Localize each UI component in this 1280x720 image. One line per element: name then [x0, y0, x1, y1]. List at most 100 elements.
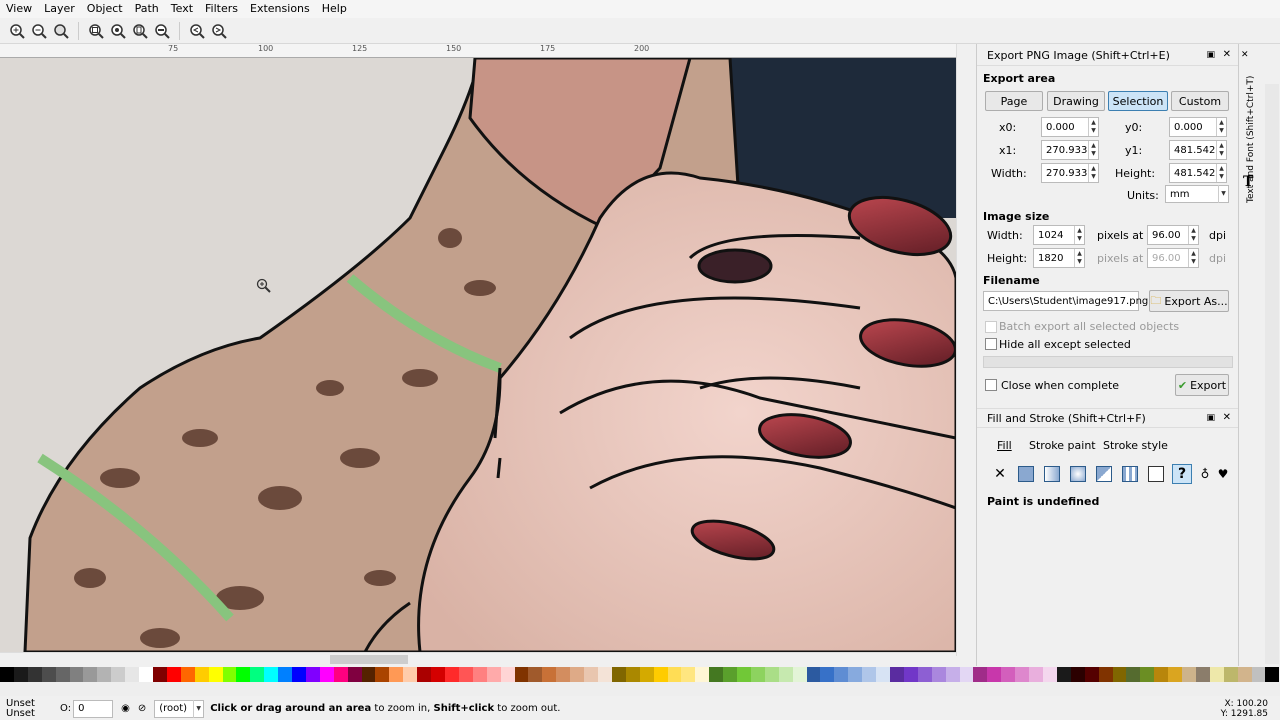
y1-input[interactable]: 481.542 ▲ ▼	[1169, 140, 1227, 160]
palette-swatch[interactable]	[333, 667, 348, 682]
swatch-icon[interactable]	[1146, 464, 1166, 484]
export-area-custom-button[interactable]: Custom	[1171, 91, 1229, 111]
palette-swatch[interactable]	[862, 667, 877, 682]
palette-swatch[interactable]	[180, 667, 195, 682]
palette-swatch[interactable]	[27, 667, 42, 682]
palette-swatch[interactable]	[361, 667, 376, 682]
palette-swatch[interactable]	[764, 667, 779, 682]
palette-swatch[interactable]	[139, 667, 153, 682]
units-select[interactable]: mm ▼	[1165, 185, 1229, 203]
zoom-prev-icon[interactable]	[188, 22, 206, 40]
palette-swatch[interactable]	[1098, 667, 1113, 682]
unset-paint-icon[interactable]: ?	[1172, 464, 1192, 484]
palette-swatch[interactable]	[1265, 667, 1280, 682]
palette-swatch[interactable]	[1182, 667, 1196, 682]
x1-input[interactable]: 270.933 ▲ ▼	[1041, 140, 1099, 160]
export-button[interactable]: ✔ Export	[1175, 374, 1229, 396]
img-height-input[interactable]: 1820 ▲ ▼	[1033, 248, 1085, 268]
palette-swatch[interactable]	[389, 667, 404, 682]
palette-swatch[interactable]	[194, 667, 209, 682]
x0-input[interactable]: 0.000 ▲ ▼	[1041, 117, 1099, 137]
menu-help[interactable]: Help	[316, 0, 353, 18]
mesh-gradient-icon[interactable]	[1094, 464, 1114, 484]
width-input[interactable]: 270.933 ▲ ▼	[1041, 163, 1099, 183]
palette-swatch[interactable]	[750, 667, 765, 682]
palette-swatch[interactable]	[319, 667, 334, 682]
palette-swatch[interactable]	[250, 667, 265, 682]
palette-swatch[interactable]	[111, 667, 126, 682]
menu-extensions[interactable]: Extensions	[244, 0, 316, 18]
drawing-canvas[interactable]	[0, 58, 956, 652]
palette-swatch[interactable]	[1237, 667, 1252, 682]
palette-swatch[interactable]	[500, 667, 515, 682]
zoom-next-icon[interactable]	[210, 22, 228, 40]
spin-arrows-icon[interactable]: ▲ ▼	[1216, 164, 1226, 182]
palette-swatch[interactable]	[834, 667, 849, 682]
palette-swatch[interactable]	[556, 667, 571, 682]
palette-swatch[interactable]	[375, 667, 390, 682]
palette-swatch[interactable]	[639, 667, 654, 682]
palette-swatch[interactable]	[347, 667, 362, 682]
palette-swatch[interactable]	[1126, 667, 1141, 682]
menu-filters[interactable]: Filters	[199, 0, 244, 18]
palette-swatch[interactable]	[597, 667, 612, 682]
batch-export-checkbox[interactable]	[985, 321, 997, 333]
palette-swatch[interactable]	[1195, 667, 1210, 682]
palette-swatch[interactable]	[208, 667, 223, 682]
palette-swatch[interactable]	[667, 667, 682, 682]
palette-swatch[interactable]	[709, 667, 724, 682]
menu-path[interactable]: Path	[129, 0, 165, 18]
filename-input[interactable]: C:\Users\Student\image917.png	[983, 291, 1148, 311]
palette-swatch[interactable]	[695, 667, 710, 682]
fill-stroke-indicator[interactable]: Unset Unset	[0, 698, 52, 719]
menu-view[interactable]: View	[0, 0, 38, 18]
palette-swatch[interactable]	[945, 667, 960, 682]
palette-swatch[interactable]	[55, 667, 70, 682]
hide-all-checkbox[interactable]	[985, 338, 997, 350]
palette-swatch[interactable]	[445, 667, 459, 682]
close-icon[interactable]: ✕	[1223, 49, 1231, 60]
palette-swatch[interactable]	[890, 667, 904, 682]
chevron-down-icon[interactable]: ▼	[193, 699, 203, 718]
flat-color-icon[interactable]	[1016, 464, 1036, 484]
menu-text[interactable]: Text	[165, 0, 199, 18]
y0-input[interactable]: 0.000 ▲ ▼	[1169, 117, 1227, 137]
opacity-input[interactable]: 0	[73, 699, 114, 718]
palette-swatch[interactable]	[959, 667, 974, 682]
palette-swatch[interactable]	[278, 667, 293, 682]
palette-swatch[interactable]	[931, 667, 946, 682]
dock-pin-icon[interactable]: ▣	[1206, 50, 1215, 60]
dock-scrollbar[interactable]	[1265, 84, 1279, 664]
palette-swatch[interactable]	[876, 667, 890, 682]
radial-gradient-icon[interactable]	[1068, 464, 1088, 484]
palette-swatch[interactable]	[903, 667, 918, 682]
palette-swatch[interactable]	[1084, 667, 1099, 682]
spin-arrows-icon[interactable]: ▲ ▼	[1074, 249, 1084, 267]
palette-swatch[interactable]	[542, 667, 557, 682]
palette-swatch[interactable]	[472, 667, 487, 682]
palette-swatch[interactable]	[1168, 667, 1183, 682]
palette-swatch[interactable]	[403, 667, 418, 682]
close-icon[interactable]: ✕	[1223, 412, 1231, 423]
spin-arrows-icon[interactable]: ▲ ▼	[1088, 164, 1098, 182]
layer-lock-icon[interactable]: ⊘	[138, 703, 146, 714]
dpi-input[interactable]: 96.00 ▲ ▼	[1147, 225, 1199, 245]
palette-swatch[interactable]	[792, 667, 807, 682]
palette-swatch[interactable]	[13, 667, 28, 682]
palette-swatch[interactable]	[458, 667, 473, 682]
palette-swatch[interactable]	[973, 667, 988, 682]
palette-swatch[interactable]	[820, 667, 835, 682]
palette-swatch[interactable]	[723, 667, 738, 682]
zoom-drawing-icon[interactable]	[109, 22, 127, 40]
zoom-out-icon[interactable]	[30, 22, 48, 40]
palette-swatch[interactable]	[1112, 667, 1127, 682]
tab-stroke-style[interactable]: Stroke style	[1103, 439, 1168, 452]
export-as-button[interactable]: 🗀 Export As...	[1149, 290, 1229, 312]
spin-arrows-icon[interactable]: ▲ ▼	[1088, 118, 1098, 136]
palette-swatch[interactable]	[1154, 667, 1169, 682]
palette-swatch[interactable]	[611, 667, 626, 682]
palette-swatch[interactable]	[514, 667, 529, 682]
export-area-page-button[interactable]: Page	[985, 91, 1043, 111]
palette-swatch[interactable]	[848, 667, 863, 682]
palette-swatch[interactable]	[1056, 667, 1071, 682]
